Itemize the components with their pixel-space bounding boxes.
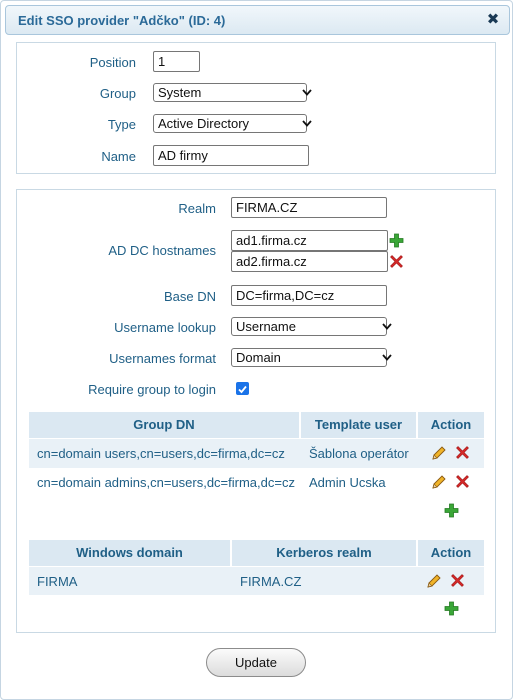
dialog-title: Edit SSO provider "Adčko" (ID: 4) — [18, 13, 226, 28]
delete-x-icon[interactable] — [455, 474, 471, 490]
edit-pencil-icon[interactable] — [431, 445, 447, 461]
settings-panel: Realm FIRMA.CZ AD DC hostnames ad1.firma… — [16, 189, 496, 633]
name-input[interactable]: AD firmy — [153, 145, 309, 166]
windows-domain-header: Windows domain — [29, 540, 230, 566]
usernames-format-label: Usernames format — [109, 351, 216, 366]
add-hostname-plus-icon[interactable] — [389, 233, 405, 249]
domain-action-header: Action — [418, 540, 484, 566]
username-lookup-label: Username lookup — [114, 320, 216, 335]
group-dn-cell: cn=domain admins,cn=users,dc=firma,dc=cz — [37, 475, 295, 490]
username-lookup-select[interactable]: Username — [231, 317, 392, 336]
check-icon — [238, 385, 247, 394]
template-user-cell: Admin Ucska — [309, 475, 386, 490]
base-dn-input[interactable]: DC=firma,DC=cz — [231, 285, 387, 306]
add-domain-plus-icon[interactable] — [444, 601, 460, 617]
edit-pencil-icon[interactable] — [431, 474, 447, 490]
general-panel: Position 1 Group System Type Active Dire… — [16, 42, 496, 174]
delete-x-icon[interactable] — [450, 573, 466, 589]
template-user-cell: Šablona operátor — [309, 446, 409, 461]
group-dn-cell: cn=domain users,cn=users,dc=firma,dc=cz — [37, 446, 285, 461]
group-dn-header: Group DN — [29, 412, 299, 438]
add-group-plus-icon[interactable] — [444, 503, 460, 519]
group-label: Group — [99, 86, 136, 101]
close-icon[interactable]: ✖ — [485, 11, 501, 29]
position-label: Position — [89, 55, 136, 70]
windows-domain-cell: FIRMA — [37, 574, 78, 589]
hostname-input-2[interactable]: ad2.firma.cz — [231, 251, 388, 272]
base-dn-label: Base DN — [163, 289, 216, 304]
delete-x-icon[interactable] — [455, 445, 471, 461]
group-action-header: Action — [418, 412, 484, 438]
dialog-titlebar: Edit SSO provider "Adčko" (ID: 4) ✖ — [5, 5, 510, 35]
group-select[interactable]: System — [153, 83, 312, 102]
kerberos-realm-cell: FIRMA.CZ — [240, 574, 302, 589]
kerberos-realm-header: Kerberos realm — [232, 540, 416, 566]
name-label: Name — [101, 149, 136, 164]
require-group-checkbox[interactable] — [236, 382, 249, 395]
type-select-value: Active Directory — [158, 116, 250, 131]
remove-hostname-x-icon[interactable] — [389, 254, 405, 270]
username-lookup-value: Username — [236, 319, 296, 334]
position-input[interactable]: 1 — [153, 51, 200, 72]
hostnames-label: AD DC hostnames — [108, 243, 216, 258]
hostname-input-1[interactable]: ad1.firma.cz — [231, 230, 388, 251]
edit-pencil-icon[interactable] — [426, 573, 442, 589]
type-label: Type — [107, 117, 136, 132]
group-select-value: System — [158, 85, 202, 100]
require-group-label: Require group to login — [88, 382, 216, 397]
update-button[interactable]: Update — [206, 648, 306, 677]
realm-label: Realm — [178, 201, 216, 216]
type-select[interactable]: Active Directory — [153, 114, 312, 133]
usernames-format-select[interactable]: Domain — [231, 348, 392, 367]
template-user-header: Template user — [301, 412, 416, 438]
realm-input[interactable]: FIRMA.CZ — [231, 197, 387, 218]
edit-sso-provider-dialog: Edit SSO provider "Adčko" (ID: 4) ✖ Posi… — [0, 0, 513, 700]
usernames-format-value: Domain — [236, 350, 281, 365]
